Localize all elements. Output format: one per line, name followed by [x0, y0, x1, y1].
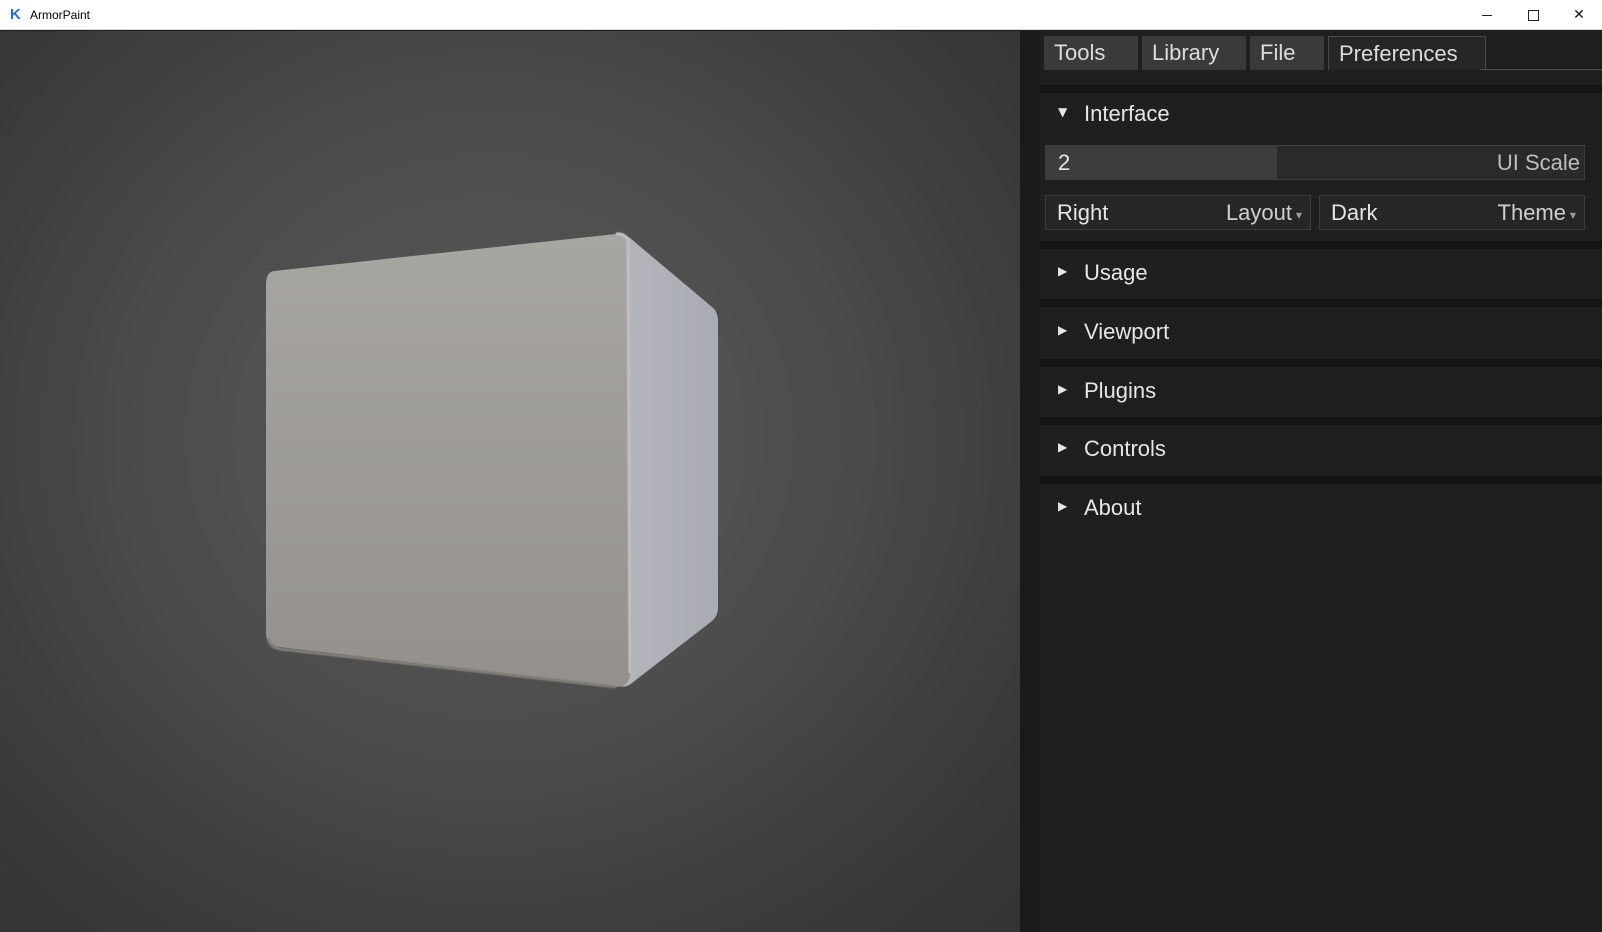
section-plugins-header[interactable]: ▶ Plugins	[1040, 366, 1602, 416]
section-plugins-label: Plugins	[1084, 378, 1157, 403]
section-interface-header[interactable]: ▼ Interface	[1040, 89, 1602, 139]
maximize-icon	[1527, 9, 1539, 21]
collapse-arrow-icon: ▶	[1058, 382, 1068, 396]
tab-file[interactable]: File	[1250, 36, 1324, 70]
panel-gap	[1020, 31, 1040, 932]
section-about-label: About	[1084, 495, 1142, 520]
layout-label: Layout	[1225, 200, 1292, 225]
ui-scale-label: UI Scale	[1496, 150, 1580, 175]
section-interface-label: Interface	[1084, 101, 1170, 126]
maximize-button[interactable]	[1510, 0, 1556, 30]
chevron-down-icon: ▼	[1569, 211, 1576, 220]
minimize-icon	[1482, 14, 1492, 16]
section-controls-header[interactable]: ▶ Controls	[1040, 424, 1602, 474]
section-usage-label: Usage	[1084, 260, 1148, 285]
section-usage-header[interactable]: ▶ Usage	[1040, 248, 1602, 298]
ui-scale-slider-fill	[1046, 146, 1277, 179]
section-about-header[interactable]: ▶ About	[1040, 483, 1602, 533]
section-viewport-header[interactable]: ▶ Viewport	[1040, 307, 1602, 357]
tab-underline	[1480, 69, 1602, 70]
window-titlebar: K ArmorPaint ✕	[0, 0, 1602, 30]
theme-dropdown[interactable]: Dark Theme ▼	[1319, 195, 1585, 230]
theme-label: Theme	[1497, 200, 1566, 225]
collapse-arrow-icon: ▶	[1058, 440, 1068, 454]
cube-side-face	[618, 234, 718, 687]
layout-dropdown[interactable]: Right Layout ▼	[1045, 195, 1311, 230]
tab-bar: Tools Library File Preferences	[1040, 31, 1602, 79]
close-button[interactable]: ✕	[1556, 0, 1602, 30]
chevron-down-icon: ▼	[1295, 211, 1302, 220]
expand-arrow-icon: ▼	[1058, 105, 1068, 119]
cube-mesh	[266, 232, 718, 689]
section-separator	[1040, 299, 1602, 307]
minimize-button[interactable]	[1464, 0, 1510, 30]
ui-scale-value: 2	[1058, 150, 1071, 175]
collapse-arrow-icon: ▶	[1058, 264, 1068, 278]
tab-preferences[interactable]: Preferences	[1328, 36, 1486, 70]
collapse-arrow-icon: ▶	[1058, 499, 1068, 513]
tab-library[interactable]: Library	[1142, 36, 1246, 70]
layout-value: Right	[1057, 200, 1109, 225]
ui-scale-slider[interactable]: 2 UI Scale	[1045, 145, 1585, 180]
close-icon: ✕	[1573, 7, 1585, 23]
collapse-arrow-icon: ▶	[1058, 323, 1068, 337]
3d-viewport[interactable]	[0, 31, 1020, 932]
section-viewport-label: Viewport	[1084, 319, 1170, 344]
section-controls-label: Controls	[1084, 436, 1166, 461]
window-title: ArmorPaint	[30, 8, 91, 22]
app-logo-icon: K	[10, 6, 21, 23]
theme-value: Dark	[1331, 200, 1378, 225]
preferences-panel: Tools Library File Preferences ▼ Interfa…	[1040, 31, 1602, 932]
cube-front-face	[266, 233, 630, 687]
tab-tools[interactable]: Tools	[1044, 36, 1138, 70]
